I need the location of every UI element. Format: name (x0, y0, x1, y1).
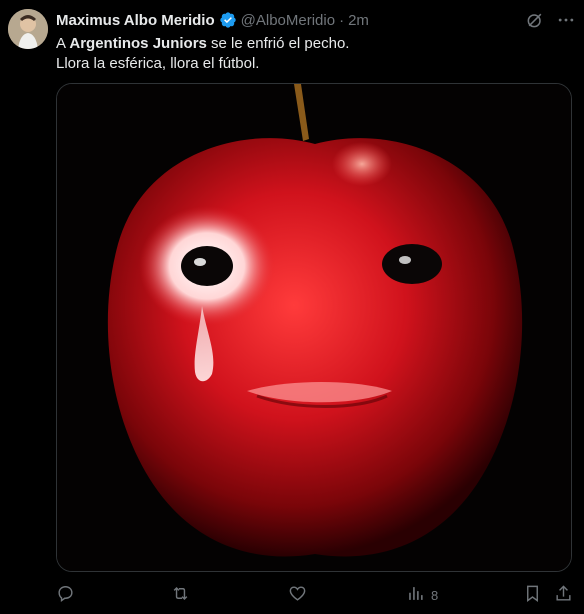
share-button[interactable] (554, 584, 573, 606)
bookmark-button[interactable] (523, 584, 542, 606)
tweet-header: Maximus Albo Meridio @AlboMeridio · 2m (56, 10, 369, 30)
verified-badge-icon[interactable] (219, 11, 237, 29)
text-bold-team: Argentinos Juniors (69, 35, 207, 52)
like-icon (288, 584, 307, 606)
tweet-image[interactable] (56, 83, 572, 572)
tweet-text: A Argentinos Juniors se le enfrió el pec… (56, 34, 566, 74)
views-button[interactable]: 8 (406, 584, 438, 606)
share-icon (554, 584, 573, 606)
separator-dot: · (339, 11, 345, 29)
crying-apple-image (57, 84, 571, 571)
text-prefix: A (56, 35, 70, 52)
tweet-actions: 8 (56, 580, 576, 610)
tweet-card[interactable]: Maximus Albo Meridio @AlboMeridio · 2m A… (0, 0, 584, 614)
more-icon[interactable] (556, 10, 578, 32)
bookmark-icon (523, 584, 542, 606)
author-handle[interactable]: @AlboMeridio (241, 12, 335, 29)
views-icon (406, 584, 425, 606)
like-button[interactable] (288, 584, 307, 606)
reply-icon (56, 584, 75, 606)
reply-button[interactable] (56, 584, 75, 606)
retweet-button[interactable] (171, 584, 190, 606)
text-suffix: se le enfrió el pecho. (206, 35, 350, 52)
grok-icon[interactable] (525, 10, 547, 32)
views-count: 8 (431, 587, 439, 603)
retweet-icon (171, 584, 190, 606)
text-line-2: Llora la esférica, llora el fútbol. (56, 55, 260, 72)
avatar[interactable] (8, 9, 48, 49)
tweet-time[interactable]: 2m (348, 12, 369, 29)
author-name[interactable]: Maximus Albo Meridio (56, 12, 215, 29)
